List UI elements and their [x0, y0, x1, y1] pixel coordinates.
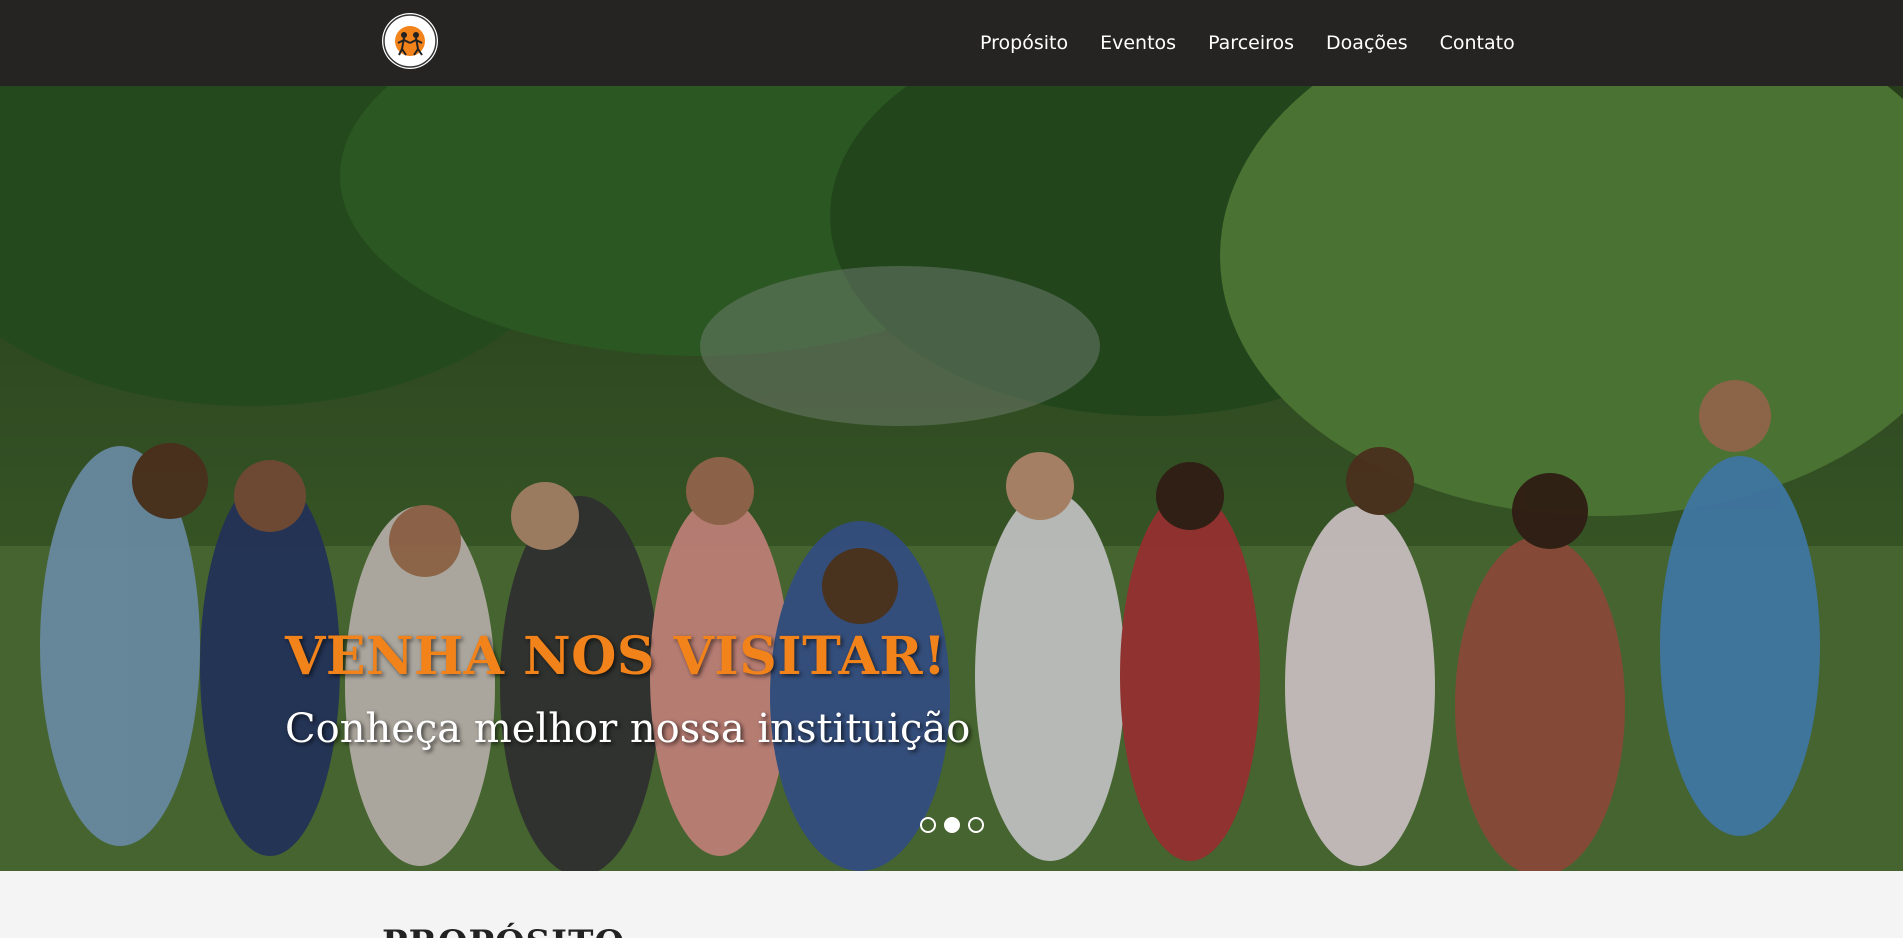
nav-link-contato[interactable]: Contato [1440, 32, 1515, 54]
nav-link-parceiros[interactable]: Parceiros [1208, 32, 1294, 54]
hero-carousel[interactable]: VENHA NOS VISITAR! Conheça melhor nossa … [0, 86, 1903, 871]
nav-link-eventos[interactable]: Eventos [1100, 32, 1176, 54]
top-navbar: Propósito Eventos Parceiros Doações Cont… [0, 0, 1903, 86]
logo-emblem-icon [383, 14, 437, 68]
carousel-indicator-1[interactable] [920, 817, 936, 833]
hero-photo [0, 86, 1903, 871]
section-title: PROPÓSITO [382, 923, 625, 938]
hero-subtitle: Conheça melhor nossa instituição [285, 706, 971, 752]
proposito-section: PROPÓSITO [0, 871, 1903, 938]
logo[interactable] [382, 13, 438, 69]
carousel-indicator-3[interactable] [968, 817, 984, 833]
nav-link-doacoes[interactable]: Doações [1326, 32, 1408, 54]
carousel-indicators [920, 817, 992, 833]
main-nav: Propósito Eventos Parceiros Doações Cont… [980, 0, 1547, 86]
nav-link-proposito[interactable]: Propósito [980, 32, 1068, 54]
hero-title: VENHA NOS VISITAR! [285, 626, 947, 687]
carousel-indicator-2[interactable] [944, 817, 960, 833]
